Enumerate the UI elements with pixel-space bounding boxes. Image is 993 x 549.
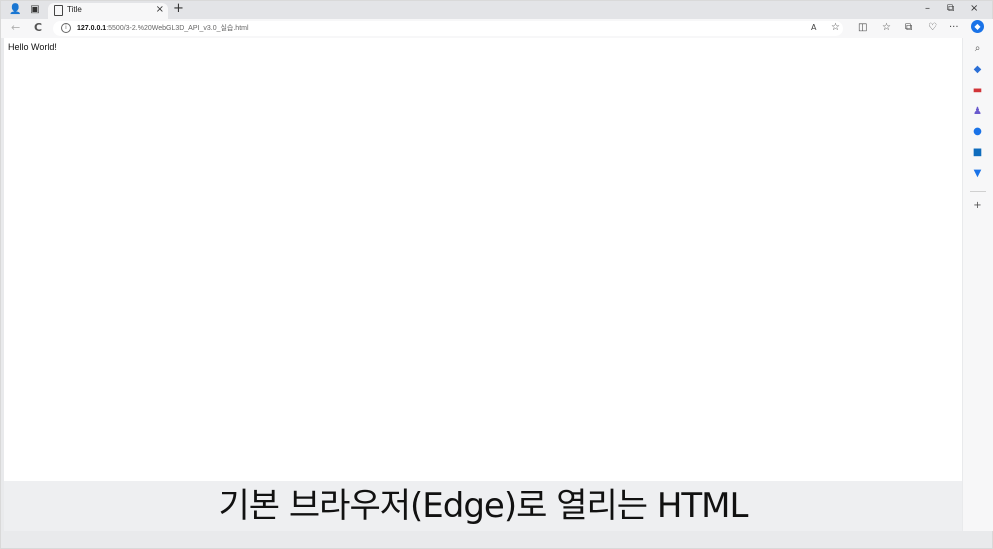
workspaces-icon[interactable]: ▣ xyxy=(29,4,41,16)
more-menu-icon[interactable]: ··· xyxy=(949,22,959,33)
window-bottom-edge xyxy=(1,531,992,548)
games-icon[interactable]: ♟ xyxy=(971,105,984,118)
address-bar[interactable]: i 127.0.0.1:5500/3-2.%20WebGL3D_API_v3.0… xyxy=(53,21,843,36)
tab-title[interactable]: Title × xyxy=(48,3,168,19)
close-window-button[interactable]: × xyxy=(970,3,978,14)
caption-banner: 기본 브라우저(Edge)로 열리는 HTML xyxy=(4,481,962,531)
site-info-icon[interactable]: i xyxy=(61,23,71,33)
sidebar-divider xyxy=(970,191,986,192)
tab-title-label: Title xyxy=(67,5,82,14)
reload-button[interactable]: C xyxy=(34,21,42,34)
drop-icon[interactable]: ▼ xyxy=(971,167,984,180)
tab-bar: 👤 ▣ Title × + – ⧉ × xyxy=(1,1,992,19)
browser-window: 👤 ▣ Title × + – ⧉ × ← C i 127.0.0.1:5500… xyxy=(0,0,993,549)
tab-close-icon[interactable]: × xyxy=(156,4,164,15)
favorites-icon[interactable]: ☆ xyxy=(882,22,891,33)
microsoft-365-icon[interactable]: ● xyxy=(971,125,984,138)
shopping-tag-icon[interactable]: ◆ xyxy=(971,63,984,76)
url-host: 127.0.0.1 xyxy=(77,25,107,32)
copilot-icon[interactable]: ◆ xyxy=(971,20,984,33)
split-screen-icon[interactable]: ◫ xyxy=(858,22,867,33)
minimize-button[interactable]: – xyxy=(925,3,930,14)
favorite-star-icon[interactable]: ☆ xyxy=(831,22,840,33)
tools-icon[interactable]: ▬ xyxy=(971,84,984,97)
add-sidebar-app-button[interactable]: + xyxy=(971,199,984,212)
edge-sidebar: ◆ ⌕ ◆ ▬ ♟ ● ■ ▼ + xyxy=(963,19,993,531)
back-button[interactable]: ← xyxy=(11,21,20,34)
search-icon[interactable]: ⌕ xyxy=(971,42,984,55)
page-viewport: Hello World! xyxy=(4,38,962,481)
navigation-bar: ← C i 127.0.0.1:5500/3-2.%20WebGL3D_API_… xyxy=(1,19,963,38)
url-text[interactable]: 127.0.0.1:5500/3-2.%20WebGL3D_API_v3.0_실… xyxy=(77,23,249,33)
browser-essentials-icon[interactable]: ♡ xyxy=(928,22,937,33)
new-tab-button[interactable]: + xyxy=(173,1,184,16)
read-aloud-icon[interactable]: A xyxy=(811,23,816,32)
page-favicon-icon xyxy=(54,5,63,16)
restore-button[interactable]: ⧉ xyxy=(947,3,954,14)
profile-icon[interactable]: 👤 xyxy=(9,4,21,16)
collections-icon[interactable]: ⧉ xyxy=(905,22,912,33)
url-path: :5500/3-2.%20WebGL3D_API_v3.0_실습.html xyxy=(106,25,249,32)
outlook-icon[interactable]: ■ xyxy=(971,146,984,159)
hello-world-text: Hello World! xyxy=(8,42,57,52)
